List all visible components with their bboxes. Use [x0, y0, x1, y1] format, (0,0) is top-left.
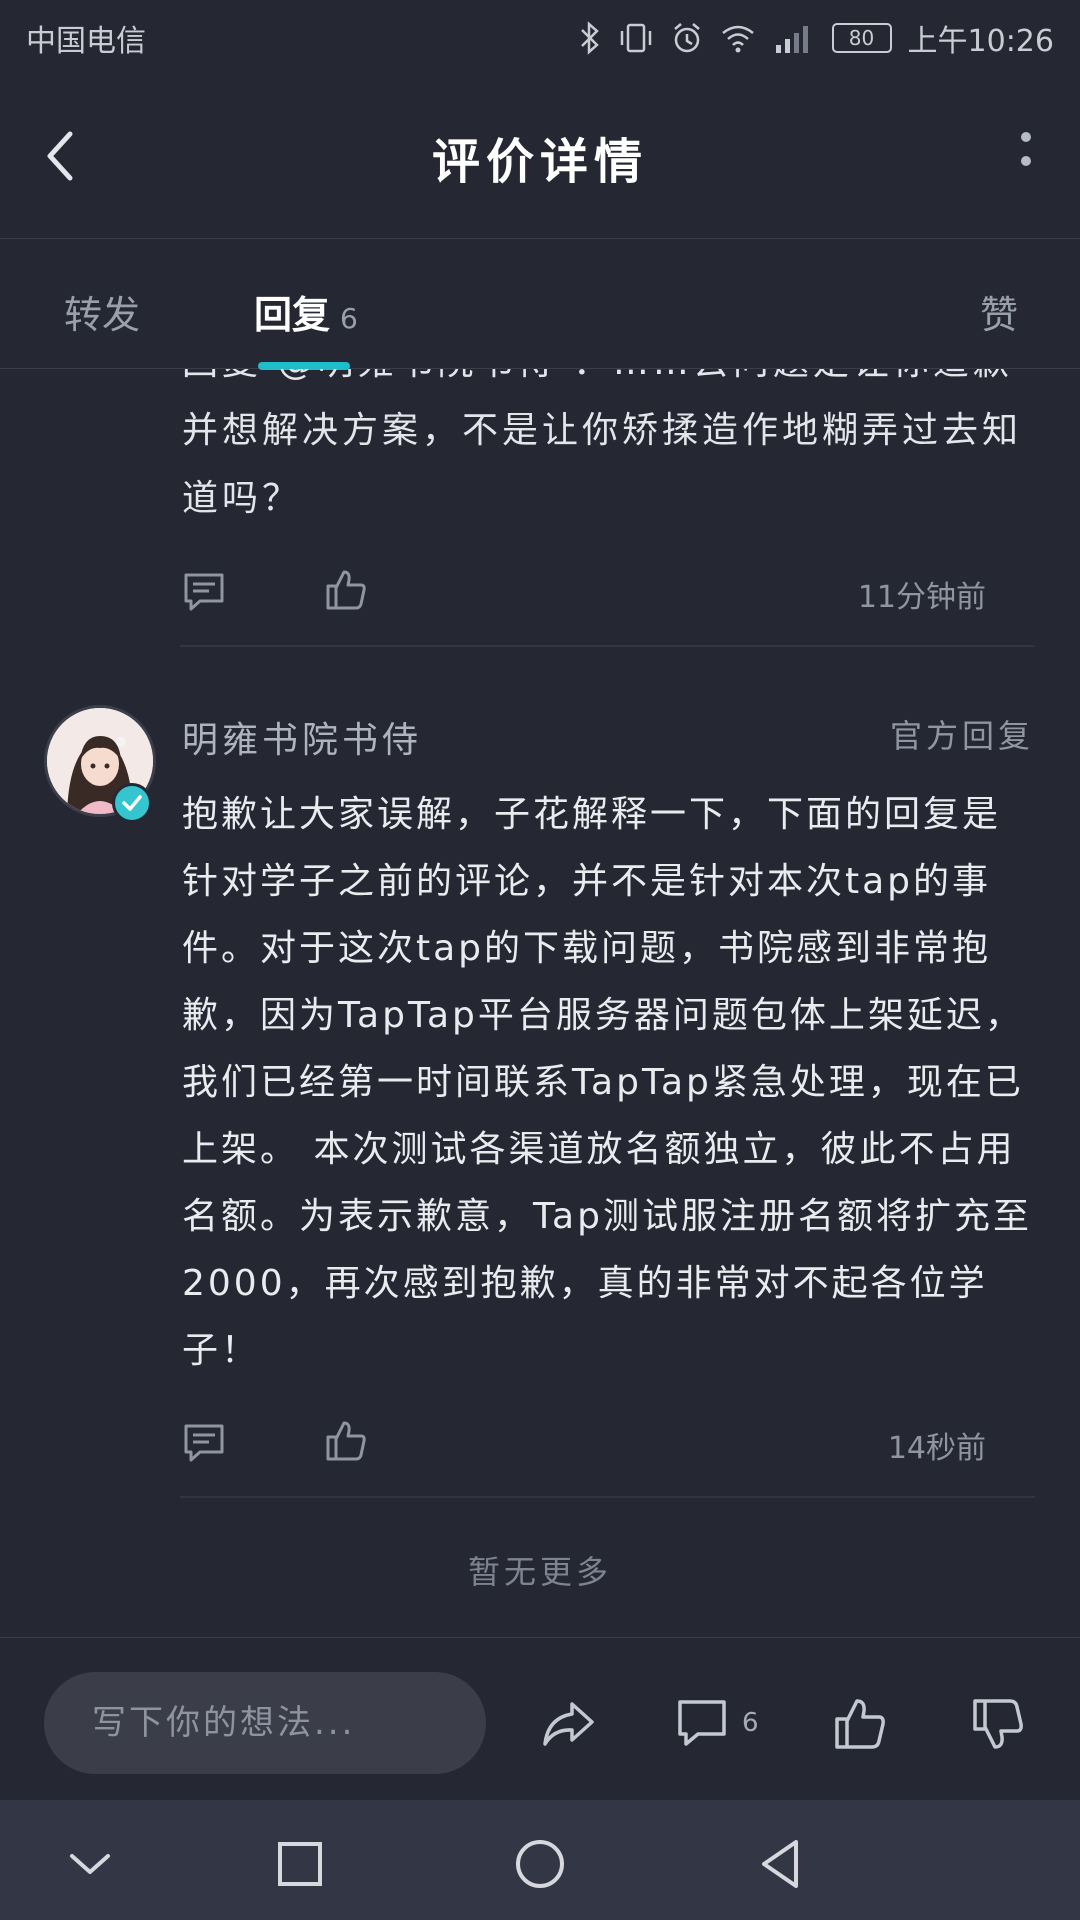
- divider: [180, 1496, 1035, 1498]
- more-options-button[interactable]: [1018, 132, 1034, 182]
- top-app-bar: 评价详情: [0, 76, 1080, 239]
- tab-replies[interactable]: 回复 6: [254, 284, 358, 339]
- status-bar: 中国电信 80 上午10:26: [0, 0, 1080, 76]
- tab-replies-label: 回复: [254, 293, 331, 337]
- official-reply-badge: 官方回复: [889, 717, 1034, 755]
- carrier-label: 中国电信: [26, 24, 146, 59]
- chevron-down-icon[interactable]: [62, 1836, 118, 1892]
- reply-actions: 14秒前: [182, 1415, 1032, 1475]
- comment-input[interactable]: 写下你的想法...: [44, 1672, 486, 1774]
- thumbs-up-icon[interactable]: [832, 1696, 888, 1752]
- tab-bar: 转发 回复 6 赞: [0, 240, 1080, 370]
- reply-text: 回复 @明雍书院书侍 ：……去问题是让你道歉并想解决方案，不是让你矫揉造作地糊弄…: [182, 369, 1023, 519]
- tab-forward-label: 转发: [64, 293, 141, 337]
- signal-icon: [772, 21, 816, 55]
- comment-icon[interactable]: [182, 570, 226, 614]
- page-title: 评价详情: [431, 134, 648, 190]
- battery-indicator: 80: [831, 23, 892, 53]
- reply-list[interactable]: 回复 @明雍书院书侍 ：……去问题是让你道歉并想解决方案，不是让你矫揉造作地糊弄…: [0, 369, 1080, 1633]
- home-circle-icon[interactable]: [512, 1836, 568, 1892]
- tab-likes[interactable]: 赞: [980, 284, 1018, 339]
- thumbs-down-icon[interactable]: [970, 1696, 1026, 1752]
- share-icon[interactable]: [540, 1696, 596, 1752]
- tab-likes-label: 赞: [980, 293, 1019, 337]
- thumbs-up-icon[interactable]: [324, 1419, 368, 1463]
- comment-icon[interactable]: [674, 1696, 730, 1752]
- alarm-icon: [670, 21, 704, 55]
- more-vertical-icon: [1018, 132, 1034, 166]
- back-triangle-icon[interactable]: [752, 1836, 808, 1892]
- tab-forward[interactable]: 转发: [64, 284, 140, 339]
- reply-actions: 11分钟前: [182, 564, 1032, 624]
- author-name[interactable]: 明雍书院书侍: [182, 711, 422, 763]
- vibrate-icon: [618, 21, 654, 55]
- divider: [180, 645, 1035, 647]
- wifi-icon: [720, 21, 756, 55]
- comment-count: 6: [742, 1708, 759, 1738]
- no-more-label: 暂无更多: [467, 1553, 612, 1591]
- tab-replies-count: 6: [340, 302, 358, 335]
- reply-time: 11分钟前: [857, 580, 986, 615]
- verified-badge-icon: [112, 783, 152, 823]
- comment-icon[interactable]: [182, 1421, 226, 1465]
- clock-label: 上午10:26: [907, 24, 1054, 59]
- status-icons: 80 上午10:26: [578, 16, 1054, 60]
- reply-text: 抱歉让大家误解，子花解释一下，下面的回复是针对学子之前的评论，并不是针对本次ta…: [182, 794, 1032, 1371]
- reply-time: 14秒前: [887, 1431, 986, 1466]
- system-nav-bar: [0, 1800, 1080, 1920]
- bluetooth-icon: [578, 21, 602, 55]
- bottom-action-bar: 写下你的想法... 6: [0, 1637, 1080, 1800]
- thumbs-up-icon[interactable]: [324, 568, 368, 612]
- recents-square-icon[interactable]: [272, 1836, 328, 1892]
